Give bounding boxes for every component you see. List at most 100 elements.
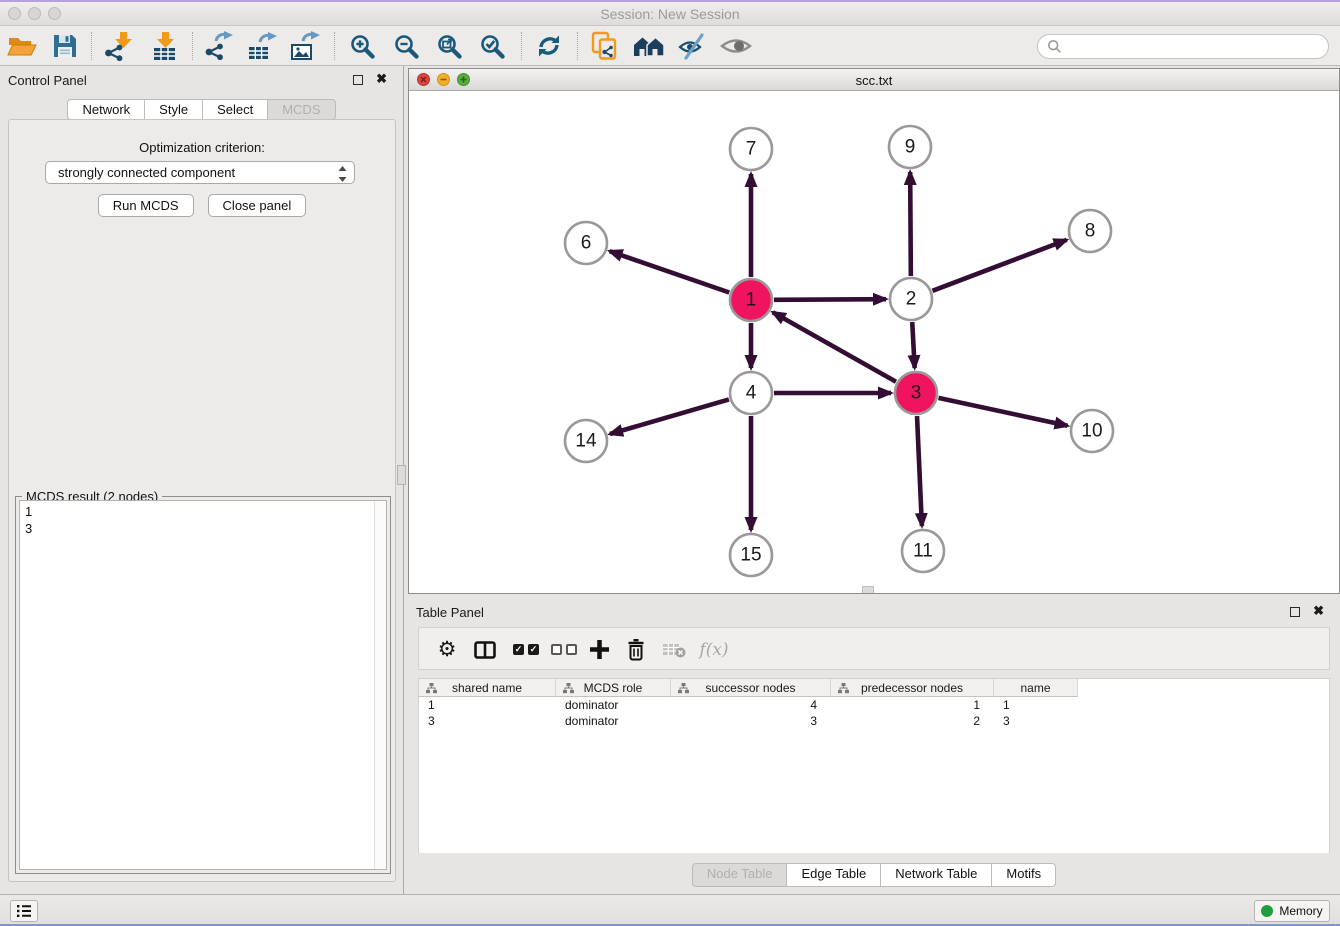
- graph-node-label: 10: [1081, 421, 1102, 442]
- delete-table-button[interactable]: [659, 628, 689, 671]
- graph-edge-2-3[interactable]: [912, 322, 914, 368]
- split-view-button[interactable]: [471, 628, 499, 671]
- column-header-successor-nodes[interactable]: successor nodes: [671, 679, 831, 697]
- column-header-label: MCDS role: [584, 681, 643, 695]
- table-row[interactable]: 3dominator323: [419, 713, 1078, 729]
- optimization-criterion-dropdown[interactable]: strongly connected component: [45, 161, 355, 184]
- graph-node-label: 15: [740, 545, 761, 566]
- float-table-panel-icon[interactable]: [1290, 607, 1300, 617]
- export-image-button[interactable]: [287, 29, 323, 63]
- column-header-predecessor-nodes[interactable]: predecessor nodes: [831, 679, 994, 697]
- close-panel-icon[interactable]: ✖: [376, 71, 387, 87]
- hierarchy-icon: [678, 683, 689, 694]
- mcds-result-line: 3: [20, 520, 386, 537]
- save-session-button[interactable]: [47, 29, 83, 63]
- import-network-button[interactable]: [100, 29, 136, 63]
- graph-node-label: 3: [911, 383, 922, 404]
- table-cell[interactable]: 3: [671, 713, 831, 729]
- table-row[interactable]: 1dominator411: [419, 697, 1078, 713]
- graph-edge-3-11[interactable]: [917, 416, 922, 526]
- table-cell[interactable]: 2: [831, 713, 994, 729]
- select-all-button[interactable]: ✓ ✓: [511, 628, 541, 671]
- graph-edge-2-9[interactable]: [910, 172, 911, 276]
- table-tab-node-table[interactable]: Node Table: [692, 863, 788, 887]
- graph-edge-4-14[interactable]: [610, 399, 729, 434]
- zoom-out-icon: [393, 33, 420, 60]
- tab-mcds[interactable]: MCDS: [268, 99, 335, 120]
- split-columns-icon: [474, 641, 496, 659]
- table-cell[interactable]: dominator: [556, 713, 671, 729]
- memory-button[interactable]: Memory: [1254, 900, 1330, 922]
- network-view-window: scc.txt 7968124314101511: [408, 68, 1340, 594]
- node-table: shared name MCDS role successor nodesprede…: [418, 678, 1330, 853]
- show-log-button[interactable]: [10, 900, 38, 922]
- network-window-titlebar: scc.txt: [409, 69, 1339, 91]
- delete-column-button[interactable]: [622, 628, 650, 671]
- export-network-button[interactable]: [200, 29, 236, 63]
- import-table-icon: [150, 31, 180, 61]
- canvas-splitter-handle[interactable]: [862, 586, 874, 593]
- application-window: Session: New Session: [0, 0, 1340, 926]
- close-panel-button[interactable]: Close panel: [208, 194, 307, 217]
- hierarchy-icon: [426, 683, 437, 694]
- function-builder-button[interactable]: f(x): [697, 628, 731, 671]
- tab-network[interactable]: Network: [67, 99, 145, 120]
- export-table-button[interactable]: [244, 29, 280, 63]
- table-cell[interactable]: 3: [419, 713, 556, 729]
- zoom-selected-button[interactable]: [474, 29, 510, 63]
- column-header-name[interactable]: name: [994, 679, 1078, 697]
- show-network-button[interactable]: [718, 29, 754, 63]
- graph-edge-1-2[interactable]: [774, 299, 886, 300]
- column-header-MCDS-role[interactable]: MCDS role: [556, 679, 671, 697]
- mcds-result-line: 1: [20, 501, 386, 520]
- hide-network-button[interactable]: [674, 29, 710, 63]
- plus-icon: [590, 640, 609, 659]
- fx-icon: f(x): [699, 640, 728, 660]
- zoom-out-button[interactable]: [388, 29, 424, 63]
- deselect-all-button[interactable]: [549, 628, 579, 671]
- table-panel: Table Panel ✖ ⚙ ✓ ✓: [408, 599, 1340, 894]
- table-cell[interactable]: 1: [419, 697, 556, 713]
- graph-edge-1-6[interactable]: [610, 251, 730, 292]
- table-cell[interactable]: 3: [994, 713, 1078, 729]
- open-file-button[interactable]: [4, 29, 40, 63]
- table-cell[interactable]: 4: [671, 697, 831, 713]
- table-tab-network-table[interactable]: Network Table: [881, 863, 992, 887]
- run-mcds-button[interactable]: Run MCDS: [98, 194, 194, 217]
- tab-style[interactable]: Style: [145, 99, 203, 120]
- float-panel-icon[interactable]: [353, 75, 363, 85]
- zoom-fit-button[interactable]: [431, 29, 467, 63]
- clone-network-button[interactable]: [587, 29, 623, 63]
- search-field[interactable]: [1037, 34, 1329, 59]
- toolbar-separator: [192, 32, 193, 60]
- table-cell[interactable]: 1: [994, 697, 1078, 713]
- network-graph: 7968124314101511: [409, 91, 1339, 594]
- zoom-in-button[interactable]: [344, 29, 380, 63]
- table-panel-title: Table Panel: [416, 605, 484, 620]
- tab-select[interactable]: Select: [203, 99, 268, 120]
- graph-edge-2-8[interactable]: [933, 240, 1067, 291]
- panel-splitter-handle[interactable]: [397, 465, 406, 485]
- mcds-result-list[interactable]: 13: [19, 500, 387, 870]
- graph-edge-3-1[interactable]: [773, 312, 896, 381]
- eye-icon: [720, 35, 752, 57]
- close-table-panel-icon[interactable]: ✖: [1313, 603, 1324, 619]
- table-cell[interactable]: 1: [831, 697, 994, 713]
- show-all-networks-button[interactable]: [631, 29, 667, 63]
- toolbar-separator: [91, 32, 92, 60]
- column-header-shared-name[interactable]: shared name: [419, 679, 556, 697]
- search-input[interactable]: [1067, 39, 1328, 54]
- checked-checkbox-icon: ✓: [528, 644, 539, 655]
- network-title: scc.txt: [409, 73, 1339, 88]
- network-canvas[interactable]: 7968124314101511: [409, 91, 1339, 593]
- table-cell[interactable]: dominator: [556, 697, 671, 713]
- import-table-button[interactable]: [147, 29, 183, 63]
- table-settings-button[interactable]: ⚙: [433, 628, 461, 671]
- table-tab-edge-table[interactable]: Edge Table: [787, 863, 881, 887]
- houses-icon: [632, 33, 666, 59]
- result-scrollbar[interactable]: [374, 501, 386, 869]
- table-tab-motifs[interactable]: Motifs: [992, 863, 1056, 887]
- graph-edge-3-10[interactable]: [938, 398, 1067, 426]
- refresh-button[interactable]: [531, 29, 567, 63]
- add-column-button[interactable]: [585, 628, 613, 671]
